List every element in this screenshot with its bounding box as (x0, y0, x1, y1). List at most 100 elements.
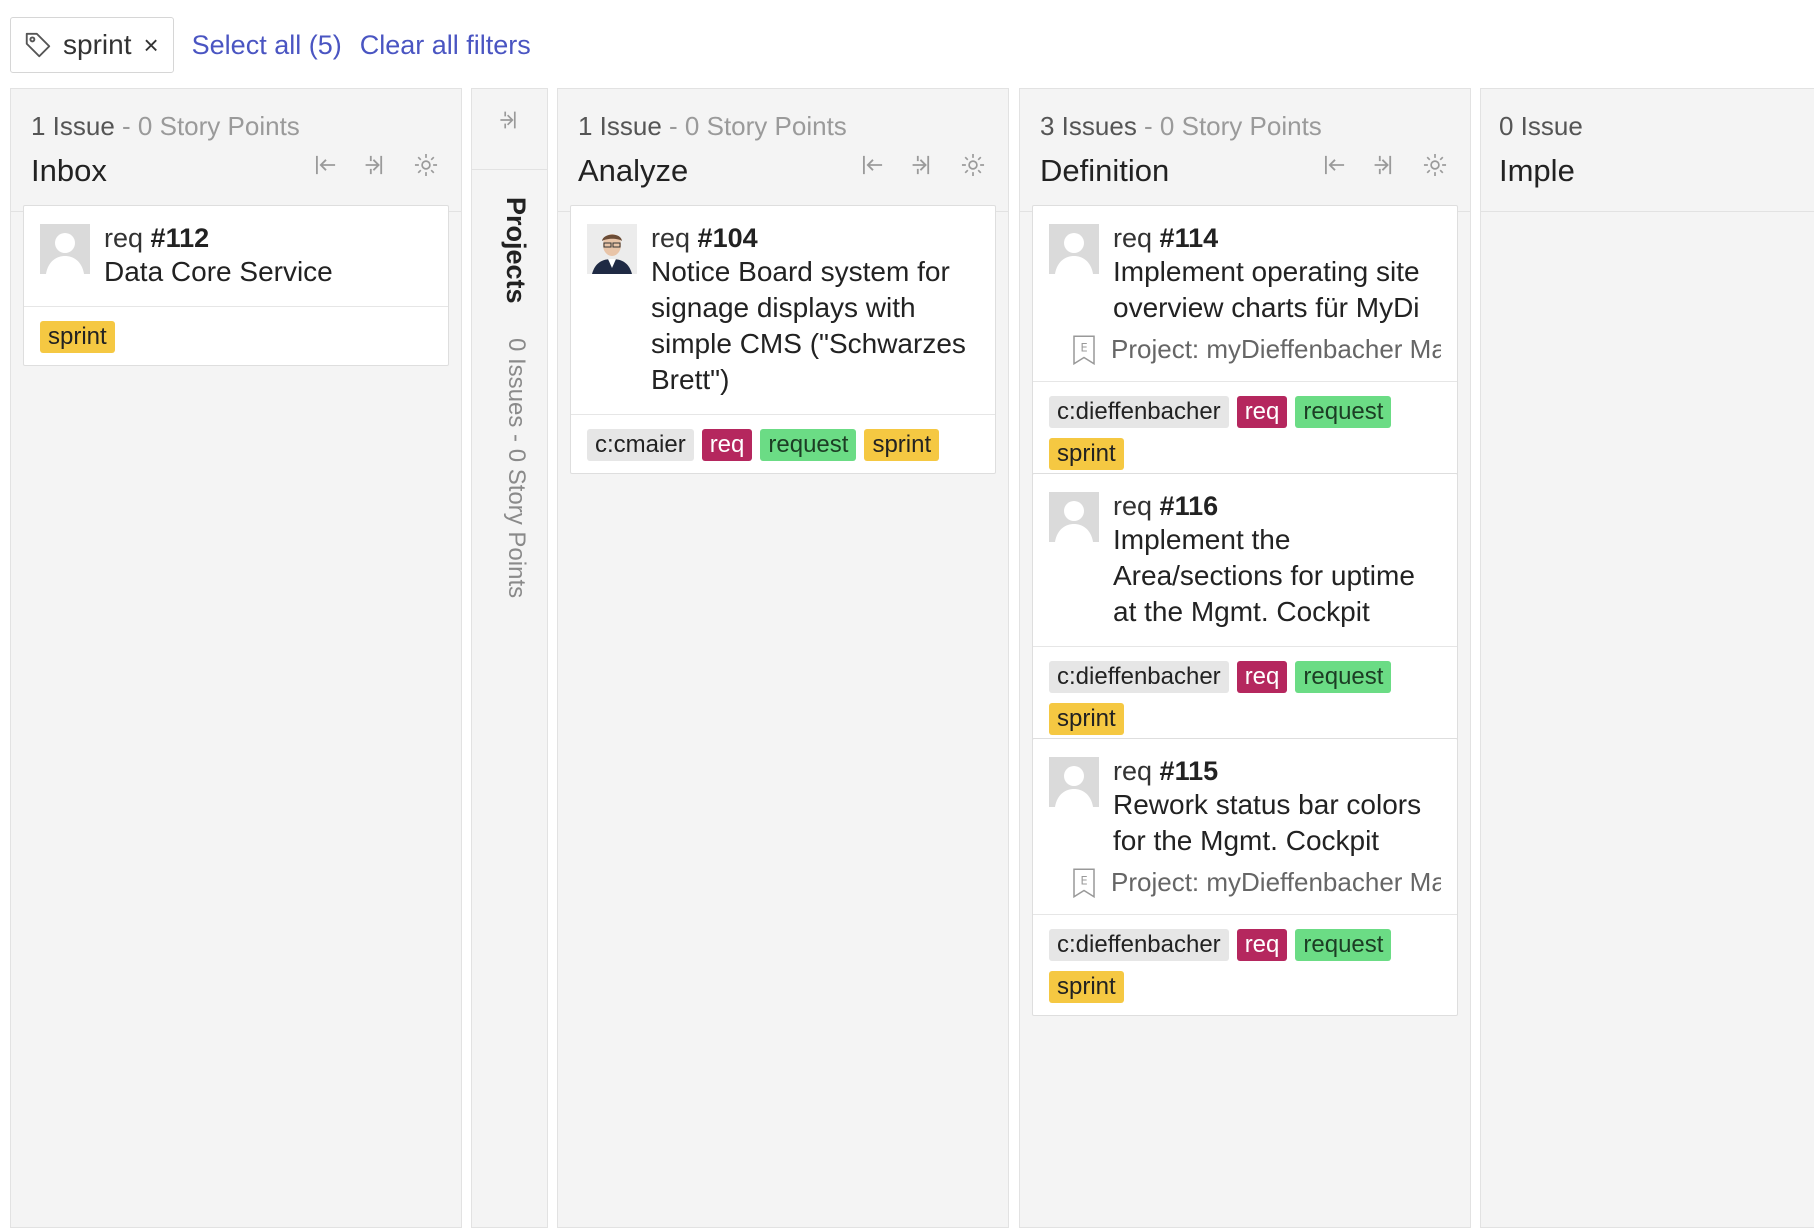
column-title: Imple (1499, 153, 1575, 188)
card-ref: req #114 (1113, 222, 1441, 254)
column-title: Projects (501, 197, 531, 304)
card-body: req #104 Notice Board system for signage… (571, 206, 995, 415)
select-all-link[interactable]: Select all (5) (192, 30, 342, 61)
issue-count: 0 Issue (1499, 111, 1583, 141)
filter-chip-sprint[interactable]: sprint × (10, 17, 174, 73)
column-inbox: 1 Issue - 0 Story Points Inbox req #112 … (10, 88, 462, 1228)
issue-card-115[interactable]: req #115 Rework status bar colors for th… (1032, 738, 1458, 1016)
label-client[interactable]: c:dieffenbacher (1049, 396, 1229, 428)
avatar (1049, 757, 1099, 807)
column-actions (313, 151, 439, 179)
card-labels: sprint (24, 307, 448, 365)
collapse-column-icon[interactable] (910, 151, 936, 179)
card-number[interactable]: #104 (698, 223, 758, 253)
epic-icon: E (1073, 868, 1095, 898)
collapse-column-icon[interactable] (363, 151, 389, 179)
story-points: - 0 Story Points (1136, 111, 1322, 141)
label-sprint[interactable]: sprint (1049, 703, 1124, 735)
card-body: req #115 Rework status bar colors for th… (1033, 739, 1457, 915)
label-client[interactable]: c:cmaier (587, 429, 694, 461)
column-count: 0 Issues - 0 Story Points (503, 338, 530, 599)
column-implementation: 0 Issue Imple (1480, 88, 1814, 1228)
close-icon[interactable]: × (143, 30, 158, 61)
column-actions (860, 151, 986, 179)
label-sprint[interactable]: sprint (1049, 438, 1124, 470)
column-header: 1 Issue - 0 Story Points Inbox (11, 89, 461, 212)
collapse-column-icon[interactable] (1372, 151, 1398, 179)
label-req[interactable]: req (701, 429, 753, 461)
project-name: Project: myDieffenbacher Mana... (1111, 867, 1441, 897)
tag-icon (25, 32, 51, 58)
story-points: - 0 Story Points (114, 111, 300, 141)
label-client[interactable]: c:dieffenbacher (1049, 929, 1229, 961)
issue-card-104[interactable]: req #104 Notice Board system for signage… (570, 205, 996, 474)
label-req[interactable]: req (1236, 661, 1288, 693)
label-sprint[interactable]: sprint (864, 429, 940, 461)
column-analyze: 1 Issue - 0 Story Points Analyze req #10… (557, 88, 1009, 1228)
card-project[interactable]: E Project: myDieffenbacher Mana... (1067, 334, 1441, 365)
label-request[interactable]: request (1295, 929, 1392, 961)
card-body: req #116 Implement the Area/sections for… (1033, 474, 1457, 647)
issue-card-114[interactable]: req #114 Implement operating site overvi… (1032, 205, 1458, 483)
card-title[interactable]: Implement operating site overview charts… (1113, 254, 1441, 326)
column-count: 1 Issue - 0 Story Points (578, 111, 847, 142)
card-number[interactable]: #112 (151, 223, 210, 253)
label-sprint[interactable]: sprint (40, 321, 115, 353)
collapse-left-icon[interactable] (313, 151, 339, 179)
collapse-left-icon[interactable] (1322, 151, 1348, 179)
card-ref: req #112 (104, 222, 432, 254)
card-labels: c:cmaier req request sprint (571, 415, 995, 473)
column-header (472, 89, 547, 170)
column-title: Analyze (578, 153, 689, 188)
column-count: 0 Issue (1499, 111, 1583, 142)
gear-icon[interactable] (1422, 151, 1448, 179)
issue-card-112[interactable]: req #112 Data Core Service sprint (23, 205, 449, 366)
card-type: req (1113, 491, 1153, 521)
column-count: 1 Issue - 0 Story Points (31, 111, 300, 142)
avatar (587, 224, 637, 274)
label-request[interactable]: request (760, 429, 857, 461)
label-req[interactable]: req (1236, 929, 1288, 961)
card-number[interactable]: #116 (1160, 491, 1219, 521)
card-type: req (1113, 223, 1153, 253)
card-project[interactable]: E Project: myDieffenbacher Mana... (1067, 867, 1441, 898)
svg-text:E: E (1080, 341, 1087, 354)
epic-icon: E (1073, 335, 1095, 365)
card-title[interactable]: Implement the Area/sections for uptime a… (1113, 522, 1441, 630)
card-ref: req #115 (1113, 755, 1441, 787)
card-title[interactable]: Data Core Service (104, 254, 432, 290)
issue-card-116[interactable]: req #116 Implement the Area/sections for… (1032, 473, 1458, 748)
label-client[interactable]: c:dieffenbacher (1049, 661, 1229, 693)
issue-count: 3 Issues (1040, 111, 1137, 141)
avatar (1049, 492, 1099, 542)
card-body: req #114 Implement operating site overvi… (1033, 206, 1457, 382)
story-points: - 0 Story Points (661, 111, 847, 141)
card-type: req (104, 223, 144, 253)
collapse-left-icon[interactable] (860, 151, 886, 179)
card-number[interactable]: #114 (1160, 223, 1219, 253)
expand-column-icon[interactable] (498, 107, 522, 133)
card-body: req #112 Data Core Service (24, 206, 448, 307)
label-req[interactable]: req (1236, 396, 1288, 428)
card-labels: c:dieffenbacher req request sprint (1033, 647, 1457, 747)
issue-count: 1 Issue (31, 111, 115, 141)
column-title: Definition (1040, 153, 1170, 188)
project-name: Project: myDieffenbacher Mana... (1111, 334, 1441, 364)
clear-all-filters-link[interactable]: Clear all filters (360, 30, 531, 61)
gear-icon[interactable] (413, 151, 439, 179)
filter-chip-label: sprint (63, 29, 132, 60)
svg-text:E: E (1080, 874, 1087, 887)
column-projects-collapsed[interactable]: Projects 0 Issues - 0 Story Points (471, 88, 548, 1228)
gear-icon[interactable] (960, 151, 986, 179)
card-number[interactable]: #115 (1160, 756, 1219, 786)
card-ref: req #116 (1113, 490, 1441, 522)
card-title[interactable]: Rework status bar colors for the Mgmt. C… (1113, 787, 1441, 859)
collapsed-column-label: Projects 0 Issues - 0 Story Points (500, 197, 531, 598)
card-title[interactable]: Notice Board system for signage displays… (651, 254, 979, 398)
issue-count: 1 Issue (578, 111, 662, 141)
label-request[interactable]: request (1295, 396, 1392, 428)
label-request[interactable]: request (1295, 661, 1392, 693)
label-sprint[interactable]: sprint (1049, 971, 1124, 1003)
column-header: 0 Issue Imple (1481, 89, 1814, 212)
column-definition: 3 Issues - 0 Story Points Definition req… (1019, 88, 1471, 1228)
